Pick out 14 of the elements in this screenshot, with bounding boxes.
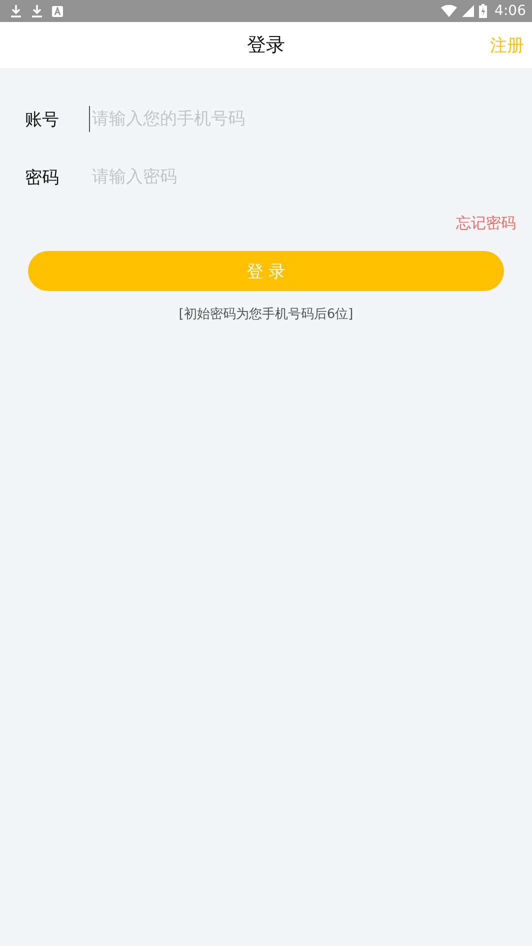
register-link[interactable]: 注册 [490, 34, 524, 56]
signal-icon [462, 5, 474, 17]
battery-icon [478, 4, 487, 18]
login-button[interactable]: 登 录 [28, 251, 504, 291]
download-icon [31, 4, 43, 18]
wifi-icon [440, 5, 457, 17]
clock-time: 4:06 [494, 3, 526, 19]
password-hint: [初始密码为您手机号码后6位] [178, 306, 354, 323]
app-icon [52, 6, 63, 16]
forgot-password-link[interactable]: 忘记密码 [456, 214, 516, 233]
field-label: 账号 [25, 108, 60, 130]
page-title: 登录 [247, 33, 285, 58]
download-icon [10, 4, 22, 18]
field-label: 密码 [25, 166, 60, 188]
